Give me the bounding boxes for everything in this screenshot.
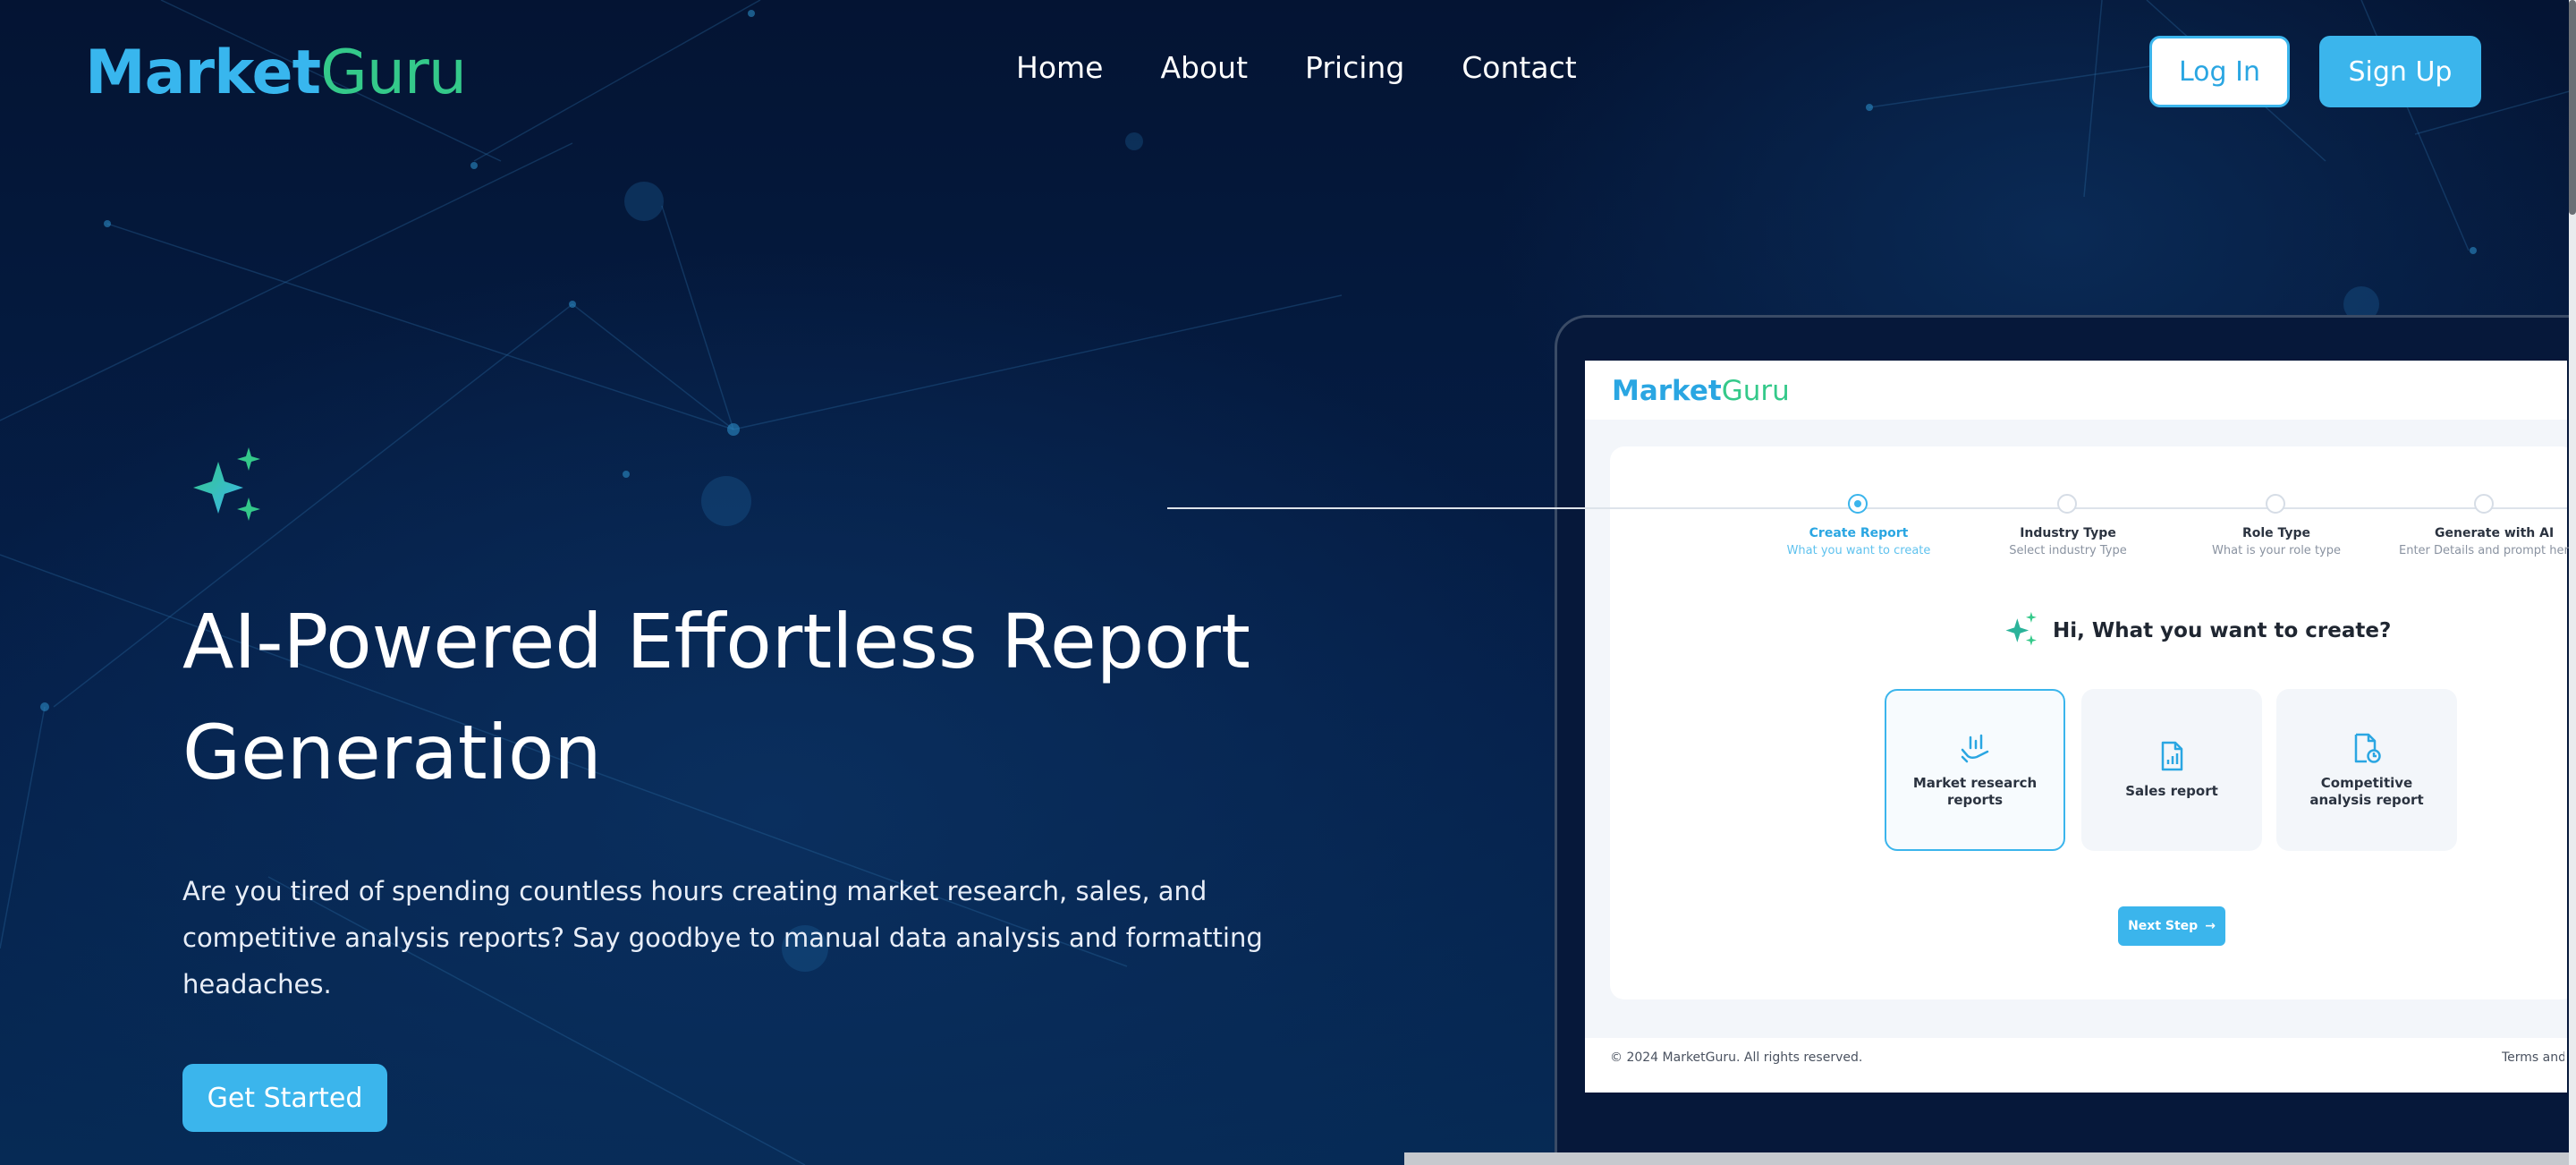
option-label: Sales report: [2125, 783, 2218, 799]
step-subtitle: What you want to create: [1786, 544, 1931, 557]
step-dot: [2057, 494, 2077, 514]
sparkle-icon: [2005, 611, 2037, 646]
sparkle-icon: [193, 447, 260, 521]
step-subtitle: Enter Details and prompt here: [2399, 544, 2576, 557]
nav-home[interactable]: Home: [1016, 50, 1103, 85]
next-step-label: Next Step: [2128, 919, 2199, 933]
logo-part-market: Market: [85, 38, 321, 108]
option-label: Competitive analysis report: [2309, 774, 2424, 808]
create-question: Hi, What you want to create?: [2001, 611, 2391, 651]
chart-hand-icon: [1961, 734, 1989, 762]
hero-title: AI-Powered Effortless Report Generation: [182, 598, 1250, 796]
step-dot: [2266, 494, 2285, 514]
horizontal-scrollbar[interactable]: [1404, 1152, 2569, 1165]
step-title: Generate with AI: [2435, 526, 2555, 540]
preview-header: MarketGuru: [1585, 361, 2567, 420]
terms-link[interactable]: Terms and Conditions: [2502, 1050, 2564, 1065]
copyright-text: © 2024 MarketGuru. All rights reserved.: [1610, 1050, 1863, 1065]
main-nav: Home About Pricing Contact: [1016, 50, 1577, 85]
option-competitive-analysis[interactable]: Competitive analysis report: [2276, 689, 2457, 851]
preview-footer: [1585, 1038, 2567, 1093]
step-title: Role Type: [2241, 526, 2311, 540]
preview-logo: MarketGuru: [1612, 375, 1790, 407]
step-industry-type[interactable]: Industry Type Select industry Type: [1961, 494, 2175, 557]
nav-about[interactable]: About: [1160, 50, 1248, 85]
arrow-right-icon: →: [2205, 919, 2216, 933]
logo-part-guru: Guru: [320, 38, 467, 108]
logo[interactable]: MarketGuru: [85, 38, 467, 108]
step-dot: [2474, 494, 2494, 514]
report-doc-icon: [2161, 741, 2183, 771]
option-label: Market research reports: [1912, 774, 2038, 808]
preview-logo-guru: Guru: [1721, 375, 1790, 407]
nav-contact[interactable]: Contact: [1462, 50, 1576, 85]
step-generate-ai[interactable]: Generate with AI Enter Details and promp…: [2377, 494, 2576, 557]
step-subtitle: What is your role type: [2212, 544, 2341, 557]
step-dot-active: [1848, 494, 1868, 514]
get-started-button[interactable]: Get Started: [182, 1064, 387, 1132]
stepper-connector: [1167, 507, 2567, 509]
hero-description: Are you tired of spending countless hour…: [182, 876, 1263, 999]
step-title: Industry Type: [2020, 526, 2116, 540]
signup-button[interactable]: Sign Up: [2319, 36, 2481, 107]
option-sales-report[interactable]: Sales report: [2081, 689, 2262, 851]
step-create-report[interactable]: Create Report What you want to create: [1751, 494, 1966, 557]
question-text: Hi, What you want to create?: [2053, 619, 2392, 642]
nav-pricing[interactable]: Pricing: [1305, 50, 1404, 85]
next-step-button[interactable]: Next Step →: [2118, 906, 2225, 946]
option-market-research[interactable]: Market research reports: [1885, 689, 2065, 851]
analysis-doc-icon: [2354, 733, 2381, 763]
preview-logo-market: Market: [1612, 375, 1722, 407]
step-title: Create Report: [1809, 526, 1909, 540]
step-subtitle: Select industry Type: [2009, 544, 2127, 557]
vertical-scrollbar-thumb[interactable]: [2569, 0, 2576, 215]
step-role-type[interactable]: Role Type What is your role type: [2169, 494, 2384, 557]
login-button[interactable]: Log In: [2149, 36, 2290, 107]
